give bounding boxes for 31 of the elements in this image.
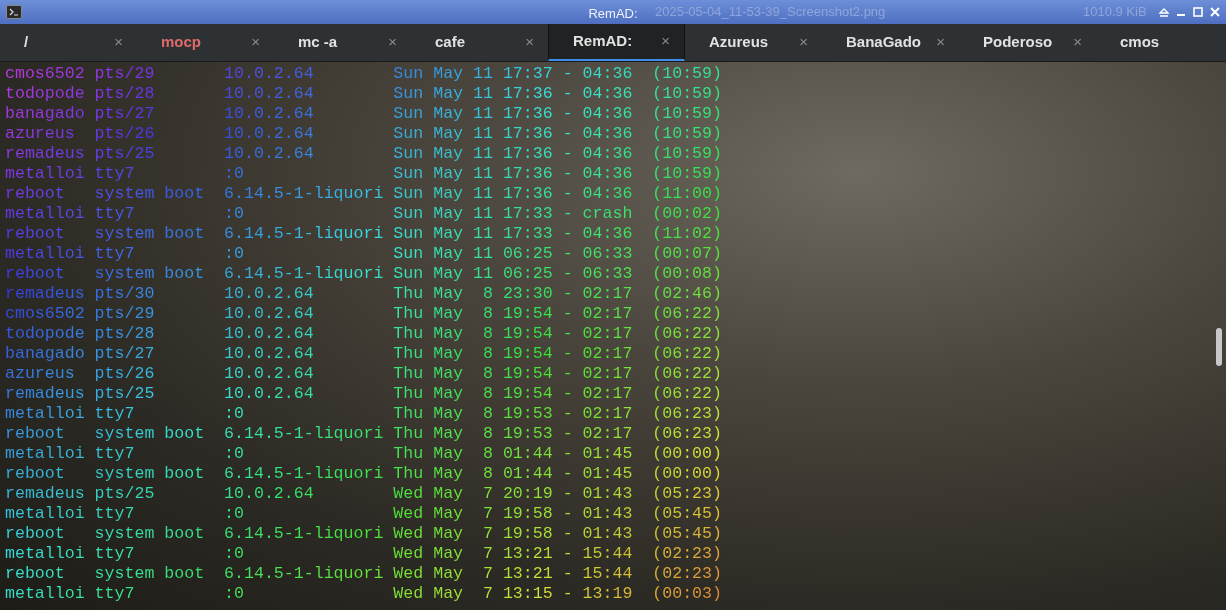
tab[interactable]: mc -a ×: [274, 24, 411, 61]
tab[interactable]: cmos: [1096, 24, 1226, 61]
tab[interactable]: RemAD: ×: [548, 24, 685, 61]
tab-close-icon[interactable]: ×: [114, 31, 123, 54]
tab-close-icon[interactable]: ×: [936, 31, 945, 54]
tab-label: Azureus: [709, 32, 769, 53]
tab-close-icon[interactable]: ×: [525, 31, 534, 54]
tab-label: RemAD:: [573, 31, 633, 52]
tab[interactable]: mocp ×: [137, 24, 274, 61]
tab-close-icon[interactable]: ×: [1073, 31, 1082, 54]
tab-label: mc -a: [298, 32, 338, 53]
tab-label: cmos: [1120, 32, 1160, 53]
tab[interactable]: cafe ×: [411, 24, 548, 61]
terminal-icon[interactable]: [6, 5, 22, 19]
tab-close-icon[interactable]: ×: [388, 31, 397, 54]
tab[interactable]: Poderoso ×: [959, 24, 1096, 61]
tab-label: Poderoso: [983, 32, 1053, 53]
tab-label: mocp: [161, 32, 201, 53]
tab-close-icon[interactable]: ×: [799, 31, 808, 54]
tab[interactable]: Azureus ×: [685, 24, 822, 61]
tab-label: /: [24, 32, 29, 53]
close-icon[interactable]: [1208, 5, 1222, 19]
tab-label: cafe: [435, 32, 466, 53]
tab[interactable]: BanaGado ×: [822, 24, 959, 61]
maximize-icon[interactable]: [1191, 5, 1205, 19]
tab-close-icon[interactable]: ×: [251, 31, 260, 54]
tab[interactable]: / ×: [0, 24, 137, 61]
tab-label: BanaGado: [846, 32, 921, 53]
scrollbar-thumb[interactable]: [1216, 328, 1222, 366]
tab-close-icon[interactable]: ×: [661, 30, 670, 53]
window-title: RemAD:: [587, 5, 639, 23]
